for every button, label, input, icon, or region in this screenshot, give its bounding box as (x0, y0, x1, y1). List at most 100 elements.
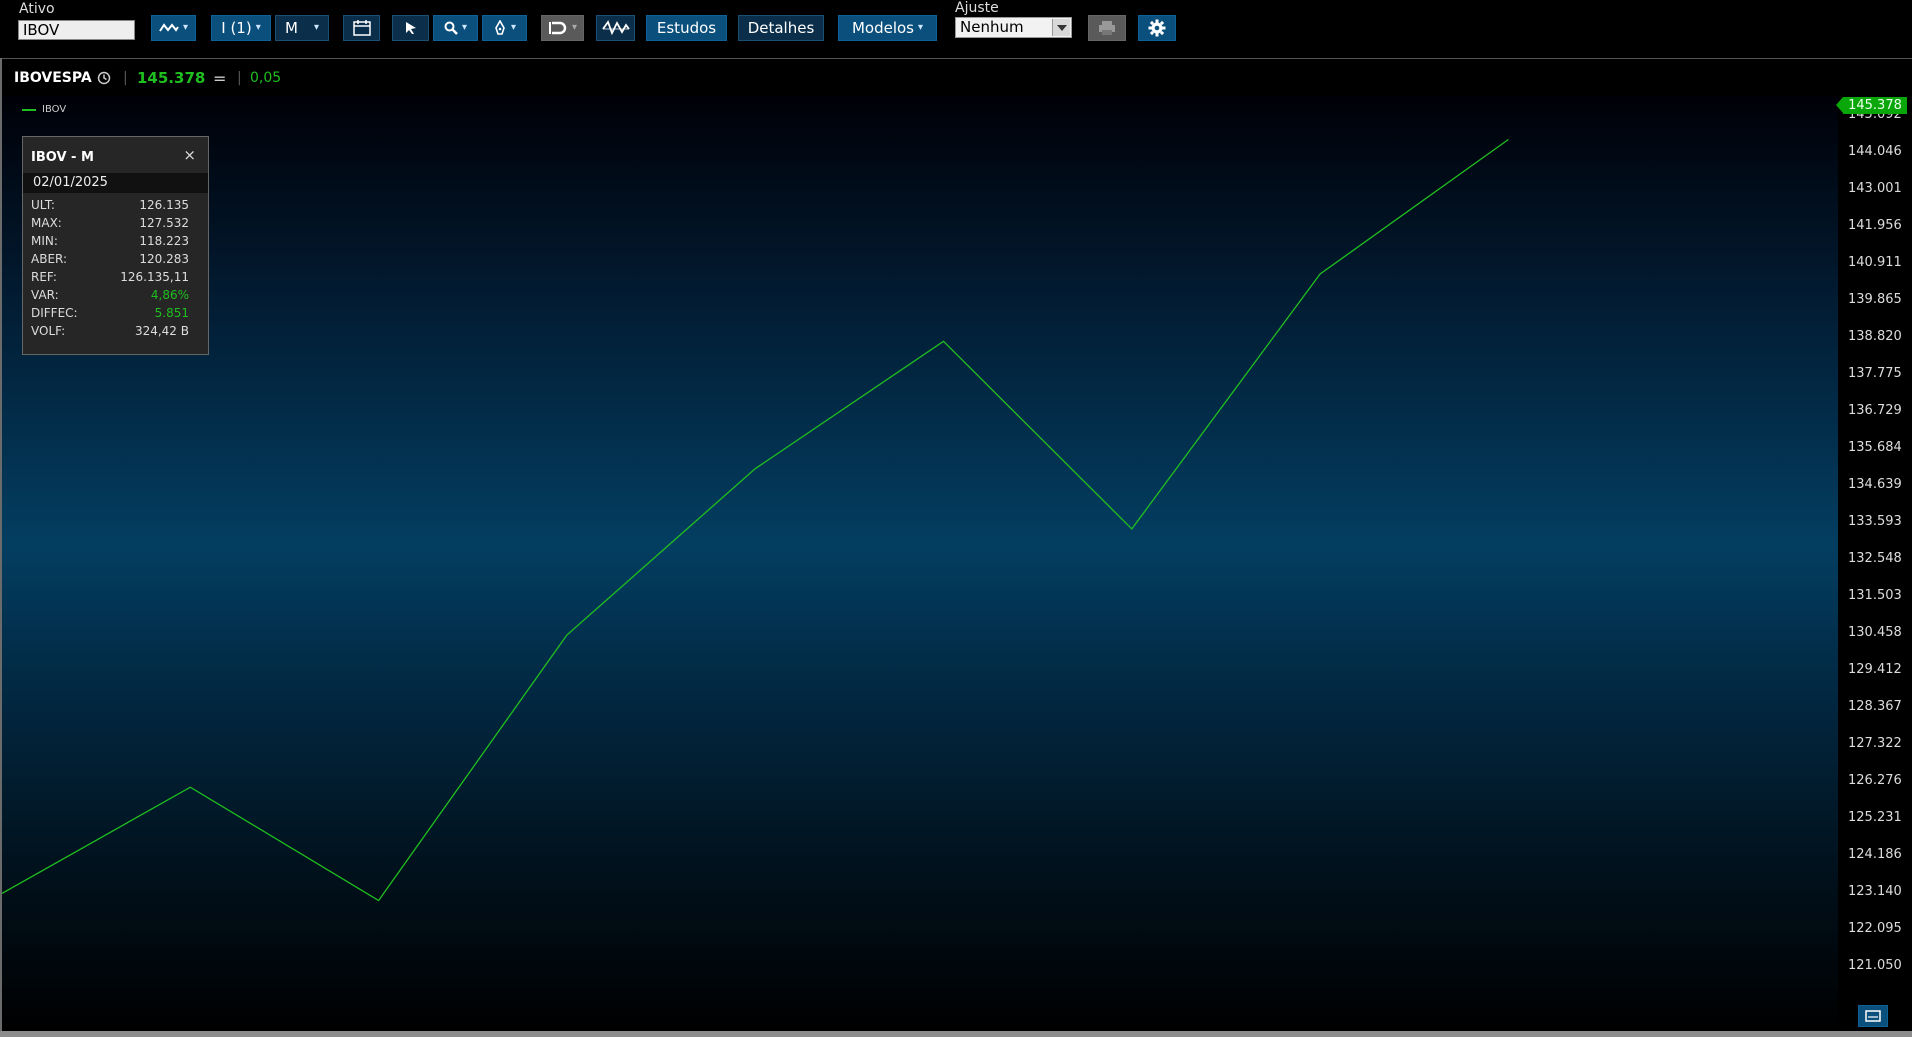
chevron-down-icon: ▾ (510, 22, 517, 33)
info-value: 5.851 (154, 306, 189, 320)
info-value: 120.283 (139, 252, 189, 266)
chart-legend: IBOV (22, 104, 66, 115)
y-tick-label: 139.865 (1848, 292, 1902, 308)
price-chart[interactable] (2, 96, 1838, 1031)
line-style-icon (159, 23, 179, 32)
info-label: MAX: (31, 216, 62, 230)
y-tick-label: 140.911 (1848, 254, 1902, 270)
magnet-icon (548, 21, 567, 35)
adjust-label: Ajuste (955, 0, 999, 16)
toolbar: Ativo IBOV ▾ I (1) ▾ M ▾ ▾ ▾ ▾ Estudos D… (0, 0, 1912, 59)
printer-icon (1099, 21, 1115, 35)
info-row: ULT: 126.135 (31, 198, 189, 216)
info-row: REF: 126.135,11 (31, 270, 189, 288)
info-title: IBOV - M (31, 150, 94, 165)
y-tick-label: 124.186 (1848, 846, 1902, 862)
info-label: VOLF: (31, 324, 66, 338)
separator: | (237, 70, 242, 86)
y-tick-label: 138.820 (1848, 329, 1902, 344)
magnifier-icon (444, 21, 458, 35)
pointer-button[interactable] (392, 15, 429, 41)
print-button[interactable] (1088, 15, 1126, 41)
calendar-button[interactable] (343, 15, 380, 41)
y-tick-label: 127.322 (1848, 735, 1902, 751)
data-tooltip-box[interactable]: IBOV - M × 02/01/2025 ULT: 126.135 MAX: 12… (22, 136, 209, 355)
y-tick-label: 122.095 (1848, 921, 1902, 936)
settings-button[interactable] (1138, 15, 1176, 41)
dropdown-arrow-icon[interactable] (1052, 19, 1070, 36)
cursor-icon (405, 22, 416, 34)
chevron-down-icon: ▾ (918, 22, 924, 33)
info-row: DIFFEC: 5.851 (31, 306, 189, 324)
chart-type-button[interactable]: ▾ (151, 15, 196, 41)
y-tick-label: 123.140 (1848, 884, 1902, 900)
y-tick-label: 125.231 (1848, 810, 1902, 825)
last-price: 145.378 (137, 69, 206, 87)
separator: | (123, 70, 128, 86)
y-tick-label: 135.684 (1848, 440, 1902, 455)
interval-button[interactable]: I (1) ▾ (211, 15, 271, 41)
details-button[interactable]: Detalhes (738, 15, 824, 41)
info-label: ULT: (31, 198, 55, 212)
asset-label: Ativo (19, 1, 55, 17)
pen-icon (495, 20, 505, 35)
period-button[interactable]: M ▾ (275, 15, 329, 41)
y-tick-label: 129.412 (1848, 662, 1902, 677)
last-price-tag: 145.378 (1836, 97, 1907, 114)
info-date: 02/01/2025 (23, 173, 208, 193)
y-tick-label: 130.458 (1848, 624, 1902, 640)
y-tick-label: 143.001 (1848, 181, 1902, 196)
info-value: 118.223 (139, 234, 189, 248)
info-value: 126.135,11 (120, 270, 189, 284)
info-row: MAX: 127.532 (31, 216, 189, 234)
symbol-name: IBOVESPA (14, 70, 92, 86)
series-line-ibov (2, 138, 1509, 902)
studies-label: Estudos (656, 19, 717, 37)
period-label: M (285, 19, 298, 37)
y-tick-label: 134.639 (1848, 476, 1902, 492)
info-row: VAR: 4,86% (31, 288, 189, 306)
chart-area[interactable] (2, 96, 1838, 1031)
chevron-down-icon: ▾ (461, 22, 468, 33)
panel-icon (1865, 1010, 1881, 1022)
zoom-button[interactable]: ▾ (433, 15, 478, 41)
templates-label: Modelos (851, 19, 914, 37)
info-value: 4,86% (150, 288, 189, 302)
panel-toggle-button[interactable] (1858, 1005, 1888, 1027)
chevron-down-icon: ▾ (255, 22, 261, 33)
info-label: DIFFEC: (31, 306, 78, 320)
y-tick-label: 128.367 (1848, 699, 1902, 714)
gear-icon (1148, 19, 1166, 37)
adjust-value: Nenhum (960, 18, 1024, 36)
asset-input[interactable]: IBOV (18, 20, 135, 40)
quote-header: IBOVESPA | 145.378 = | 0,05 (0, 62, 1912, 94)
info-label: VAR: (31, 288, 59, 302)
close-icon[interactable]: × (183, 146, 196, 164)
adjust-select[interactable]: Nenhum (955, 17, 1072, 38)
drawing-button[interactable]: ▾ (482, 15, 527, 41)
details-label: Detalhes (747, 19, 815, 37)
magnet-button[interactable]: ▾ (541, 15, 584, 41)
chevron-down-icon: ▾ (182, 22, 189, 33)
y-tick-label: 121.050 (1848, 958, 1902, 973)
info-label: REF: (31, 270, 57, 284)
studies-button[interactable]: Estudos (646, 15, 727, 41)
info-value: 127.532 (139, 216, 189, 230)
indicator-button[interactable] (596, 15, 635, 41)
info-row: VOLF: 324,42 B (31, 324, 189, 342)
info-value: 126.135 (139, 198, 189, 212)
y-tick-label: 141.956 (1848, 218, 1902, 233)
direction-indicator: = (213, 68, 227, 88)
chevron-down-icon: ▾ (313, 22, 319, 33)
bottom-border (0, 1031, 1912, 1037)
y-tick-label: 136.729 (1848, 403, 1902, 419)
clock-icon[interactable] (97, 71, 111, 85)
interval-label: I (1) (221, 19, 252, 37)
info-label: MIN: (31, 234, 58, 248)
templates-button[interactable]: Modelos ▾ (838, 15, 937, 41)
y-tick-label: 137.775 (1848, 365, 1902, 381)
wave-icon (601, 20, 630, 36)
y-tick-label: 132.548 (1848, 551, 1902, 566)
y-tick-label: 126.276 (1848, 773, 1902, 789)
price-change: 0,05 (250, 70, 282, 86)
